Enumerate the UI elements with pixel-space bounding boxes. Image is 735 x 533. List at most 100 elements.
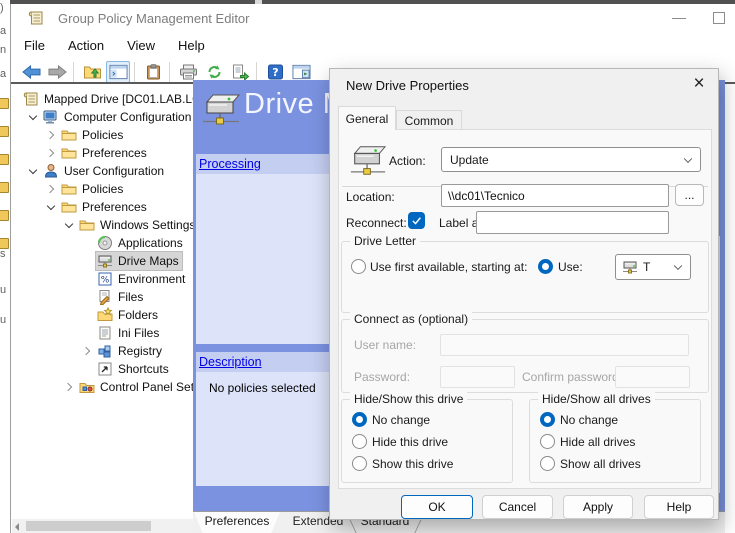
menu-file[interactable]: File bbox=[14, 34, 55, 57]
use-first-available-radio[interactable] bbox=[351, 259, 366, 274]
bg-folder-icon bbox=[0, 126, 9, 137]
tree-item-ini-files[interactable]: Ini Files bbox=[12, 324, 203, 342]
dialog-tab-common[interactable]: Common bbox=[396, 110, 462, 130]
bg-folder-icon bbox=[0, 210, 9, 221]
menu-view[interactable]: View bbox=[117, 34, 165, 57]
toolbar-separator bbox=[73, 62, 74, 82]
hide-all-drives-radio[interactable] bbox=[540, 434, 555, 449]
help-button[interactable]: Help bbox=[644, 495, 714, 519]
expander-down-icon[interactable] bbox=[42, 198, 60, 216]
hide-show-this-legend: Hide/Show this drive bbox=[350, 392, 467, 406]
tree-item-control-panel-settings[interactable]: Control Panel Settings bbox=[12, 378, 203, 396]
tree-item-preferences[interactable]: Preferences bbox=[12, 198, 203, 216]
show-all-drives-label: Show all drives bbox=[560, 457, 641, 471]
minimize-button[interactable] bbox=[659, 4, 699, 32]
confirm-password-input bbox=[615, 366, 690, 388]
menu-help[interactable]: Help bbox=[168, 34, 215, 57]
expander-down-icon[interactable] bbox=[60, 216, 78, 234]
scroll-left-arrow-icon[interactable] bbox=[15, 523, 19, 531]
label-as-input[interactable] bbox=[476, 211, 669, 234]
new-window-icon bbox=[292, 64, 311, 80]
maximize-button[interactable] bbox=[699, 4, 735, 32]
location-input[interactable] bbox=[441, 184, 669, 207]
dialog-tab-general[interactable]: General bbox=[338, 106, 396, 130]
action-label: Action: bbox=[389, 154, 426, 168]
menu-action[interactable]: Action bbox=[58, 34, 114, 57]
hide-this-drive-radio[interactable] bbox=[352, 434, 367, 449]
apply-button[interactable]: Apply bbox=[563, 495, 633, 519]
tree-item-shortcuts[interactable]: Shortcuts bbox=[12, 360, 203, 378]
tree-item-drive-maps[interactable]: Drive Maps bbox=[12, 252, 203, 270]
show-all-drives-radio[interactable] bbox=[540, 456, 555, 471]
all-no-change-radio[interactable] bbox=[540, 412, 555, 427]
folder-icon bbox=[61, 199, 77, 215]
bg-text-fragment: ) bbox=[0, 2, 9, 14]
reconnect-label: Reconnect: bbox=[346, 216, 407, 230]
bg-text-fragment: u bbox=[0, 284, 9, 296]
forward-icon bbox=[48, 64, 67, 80]
hide-show-this-drive-group: Hide/Show this drive No change Hide this… bbox=[341, 399, 513, 483]
environment-icon bbox=[97, 271, 113, 287]
use-radio[interactable] bbox=[538, 259, 553, 274]
tab-preferences[interactable]: Preferences bbox=[194, 512, 280, 533]
connect-as-legend: Connect as (optional) bbox=[350, 312, 472, 326]
expander-right-icon[interactable] bbox=[60, 378, 78, 396]
ok-button[interactable]: OK bbox=[401, 495, 473, 519]
expander-right-icon[interactable] bbox=[42, 180, 60, 198]
tree-item-files[interactable]: Files bbox=[12, 288, 203, 306]
gpo-scroll-icon bbox=[28, 10, 44, 26]
tree-item-registry[interactable]: Registry bbox=[12, 342, 203, 360]
forward-button[interactable] bbox=[45, 61, 69, 83]
tree-horizontal-scrollbar[interactable] bbox=[12, 519, 203, 533]
cancel-button[interactable]: Cancel bbox=[482, 495, 553, 519]
bg-folder-icon bbox=[0, 182, 9, 193]
close-icon[interactable]: × bbox=[688, 73, 710, 95]
password-input bbox=[440, 366, 515, 388]
bg-text-fragment: u bbox=[0, 314, 9, 326]
reconnect-checkbox[interactable] bbox=[408, 212, 425, 229]
tree-item-mapped-drive[interactable]: Mapped Drive [DC01.LAB.LOCAL] bbox=[12, 90, 203, 108]
action-dropdown[interactable]: Update bbox=[441, 147, 701, 172]
expander-right-icon[interactable] bbox=[42, 126, 60, 144]
processing-link[interactable]: Processing bbox=[199, 157, 261, 171]
up-one-level-button[interactable] bbox=[80, 61, 104, 83]
scrollbar-thumb[interactable] bbox=[26, 521, 151, 531]
tree-item-folders[interactable]: Folders bbox=[12, 306, 203, 324]
show-this-drive-radio[interactable] bbox=[352, 456, 367, 471]
description-link[interactable]: Description bbox=[199, 355, 262, 369]
toolbar-separator bbox=[256, 62, 257, 82]
tree-item-computer-configuration[interactable]: Computer Configuration bbox=[12, 108, 203, 126]
clipboard-button[interactable] bbox=[141, 61, 165, 83]
back-button[interactable] bbox=[19, 61, 43, 83]
tree-item-user-configuration[interactable]: User Configuration bbox=[12, 162, 203, 180]
tree-item-policies[interactable]: Policies bbox=[12, 180, 203, 198]
tree-item-preferences[interactable]: Preferences bbox=[12, 144, 203, 162]
hide-show-all-drives-group: Hide/Show all drives No change Hide all … bbox=[529, 399, 701, 483]
print-icon bbox=[179, 64, 198, 80]
show-console-tree-button[interactable] bbox=[106, 61, 130, 83]
browse-button[interactable]: ... bbox=[675, 184, 704, 206]
tree-item-applications[interactable]: Applications bbox=[12, 234, 203, 252]
computer-icon bbox=[43, 109, 59, 125]
expander-right-icon[interactable] bbox=[42, 144, 60, 162]
expander-down-icon[interactable] bbox=[24, 162, 42, 180]
tree-item-windows-settings[interactable]: Windows Settings bbox=[12, 216, 203, 234]
ini-files-icon bbox=[97, 325, 113, 341]
title-bar[interactable]: Group Policy Management Editor bbox=[11, 4, 735, 32]
export-list-icon bbox=[231, 64, 250, 80]
bg-text-fragment: s bbox=[0, 248, 9, 260]
confirm-password-label: Confirm password: bbox=[522, 370, 622, 384]
connect-as-group: Connect as (optional) User name: Passwor… bbox=[341, 319, 709, 393]
drive-letter-dropdown[interactable]: T bbox=[615, 254, 691, 280]
expander-down-icon[interactable] bbox=[24, 108, 42, 126]
expander-right-icon[interactable] bbox=[78, 342, 96, 360]
console-tree: Mapped Drive [DC01.LAB.LOCAL] Computer C… bbox=[12, 84, 203, 533]
this-no-change-radio[interactable] bbox=[352, 412, 367, 427]
registry-icon bbox=[97, 343, 113, 359]
description-text: No policies selected bbox=[209, 381, 316, 395]
tree-item-policies[interactable]: Policies bbox=[12, 126, 203, 144]
check-icon bbox=[410, 214, 423, 227]
hide-show-all-legend: Hide/Show all drives bbox=[538, 392, 655, 406]
gpo-scroll-icon bbox=[23, 91, 39, 107]
tree-item-environment[interactable]: Environment bbox=[12, 270, 203, 288]
